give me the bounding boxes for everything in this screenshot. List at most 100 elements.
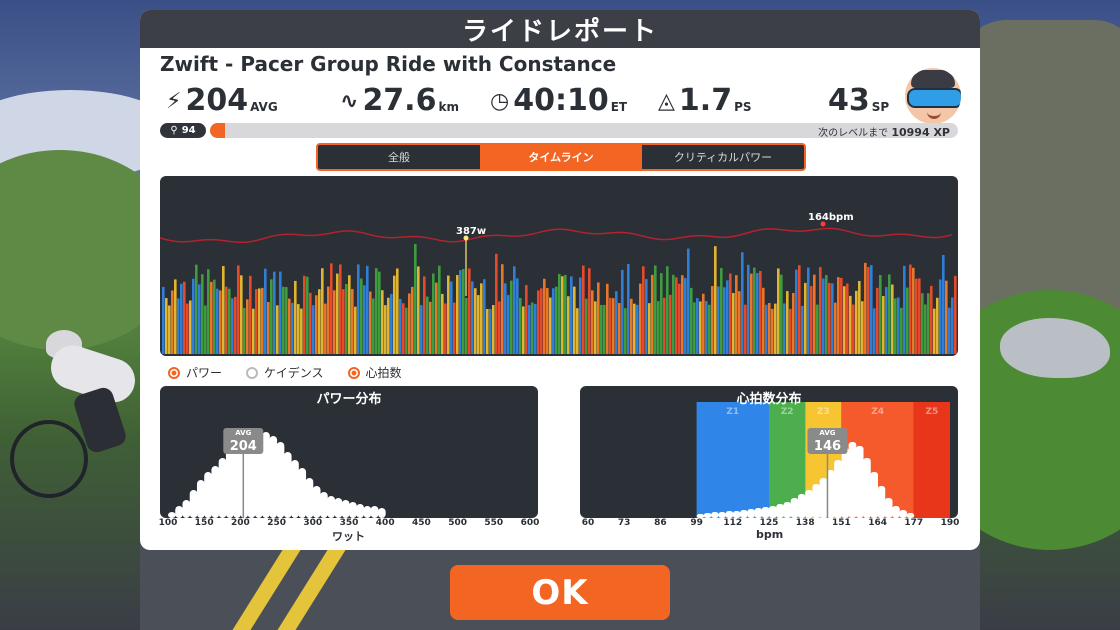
power-bar	[231, 298, 234, 354]
power-bar	[294, 280, 297, 354]
power-bar	[264, 268, 267, 354]
power-bar	[645, 279, 648, 354]
power-bar	[162, 286, 165, 354]
power-bar	[279, 271, 282, 354]
tab-overview[interactable]: 全般	[318, 145, 480, 169]
level-value: 94	[181, 125, 196, 136]
timeline-chart: 387w 164bpm	[160, 176, 958, 356]
power-bar	[630, 298, 633, 354]
power-bar	[786, 291, 789, 354]
power-bar	[717, 286, 720, 354]
avatar-helmet	[911, 70, 955, 88]
power-value: 204	[185, 83, 249, 118]
clock-icon: ◷	[490, 89, 510, 114]
power-bar	[606, 283, 609, 354]
power-bar	[951, 297, 954, 354]
power-bar	[273, 271, 276, 354]
power-bar	[396, 268, 399, 354]
power-bar	[879, 274, 882, 354]
power-bar	[399, 298, 402, 354]
power-bar	[615, 291, 618, 354]
power-bar	[639, 283, 642, 354]
heart-rate-histogram-bar	[812, 484, 821, 518]
power-histogram-bar	[349, 502, 357, 518]
legend-cadence[interactable]: ケイデンス	[246, 364, 324, 381]
power-bar	[240, 275, 243, 354]
power-bar	[720, 268, 723, 354]
axis-tick-label: 600	[520, 518, 540, 528]
power-bar	[534, 303, 537, 354]
power-bar	[867, 267, 870, 354]
power-bar	[756, 273, 759, 354]
time-value: 40:10	[513, 83, 609, 118]
tab-timeline[interactable]: タイムライン	[480, 145, 642, 169]
power-bar	[693, 302, 696, 354]
power-bar	[186, 303, 189, 354]
bike-wheel	[10, 420, 88, 498]
power-bar	[552, 288, 555, 354]
power-histogram-bar	[276, 442, 285, 518]
power-bar	[705, 301, 708, 354]
power-bar	[621, 269, 624, 354]
axis-tick-label: 86	[654, 518, 667, 528]
heart-rate-histogram-bar	[725, 511, 734, 518]
power-bar	[429, 301, 432, 354]
power-bar	[954, 275, 957, 354]
power-bar	[798, 265, 801, 354]
heart-rate-zone-band	[696, 402, 769, 518]
power-bar	[417, 266, 420, 354]
legend-power[interactable]: パワー	[168, 364, 222, 381]
power-distribution-title: パワー分布	[316, 392, 382, 407]
power-histogram-bar	[356, 504, 364, 518]
time-stat: ◷ 40:10 ET	[490, 84, 627, 118]
power-bar	[525, 285, 528, 354]
power-bar	[246, 299, 249, 354]
power-histogram-bar	[363, 506, 372, 518]
power-histogram-bar	[341, 500, 350, 518]
power-bar	[588, 268, 591, 354]
power-bar	[483, 279, 486, 354]
power-bar	[228, 288, 231, 354]
xp-label: 次のレベルまで	[818, 128, 889, 138]
heart-rate-histogram-bar	[797, 494, 806, 518]
power-bar	[492, 305, 495, 354]
power-bar	[684, 278, 687, 354]
heart-rate-histogram-bar	[761, 507, 770, 518]
power-bar	[540, 288, 543, 354]
heart-rate-histogram-bar	[783, 502, 792, 518]
heart-rate-distribution-chart: 心拍数分布 Z1 Z2 Z3 Z4 Z5 AVG 146	[580, 386, 958, 518]
power-histogram-bar	[320, 492, 328, 518]
ok-button[interactable]: OK	[450, 565, 670, 620]
ride-name: Zwift - Pacer Group Ride with Constance	[160, 52, 617, 76]
pizza-value: 1.7	[678, 83, 733, 118]
power-histogram-bar	[312, 486, 321, 518]
power-bar	[594, 301, 597, 354]
power-bar	[402, 303, 405, 354]
time-unit: ET	[610, 100, 628, 114]
power-bar	[303, 275, 306, 354]
axis-tick-label: 500	[448, 518, 467, 528]
power-bar	[225, 286, 228, 354]
heart-rate-histogram-bar	[841, 448, 850, 518]
tab-critical-power[interactable]: クリティカルパワー	[642, 145, 804, 169]
power-bar	[825, 275, 828, 354]
power-bar	[300, 308, 303, 354]
power-histogram-bar	[334, 498, 343, 518]
power-bar	[177, 298, 180, 354]
power-bar	[579, 277, 582, 354]
power-bar	[741, 252, 744, 354]
power-bar	[696, 298, 699, 354]
power-bar	[486, 308, 489, 354]
power-bar	[408, 293, 411, 354]
power-bar	[612, 298, 615, 354]
power-bar	[876, 287, 879, 354]
power-histogram-bar	[377, 508, 386, 518]
power-bar	[270, 279, 273, 354]
power-histogram-bar	[370, 506, 379, 518]
power-bar	[789, 308, 792, 354]
power-bar	[213, 279, 216, 354]
power-bar	[687, 248, 690, 354]
legend-heart-rate[interactable]: 心拍数	[347, 364, 402, 381]
power-bar	[882, 295, 885, 354]
power-bar	[384, 305, 387, 354]
